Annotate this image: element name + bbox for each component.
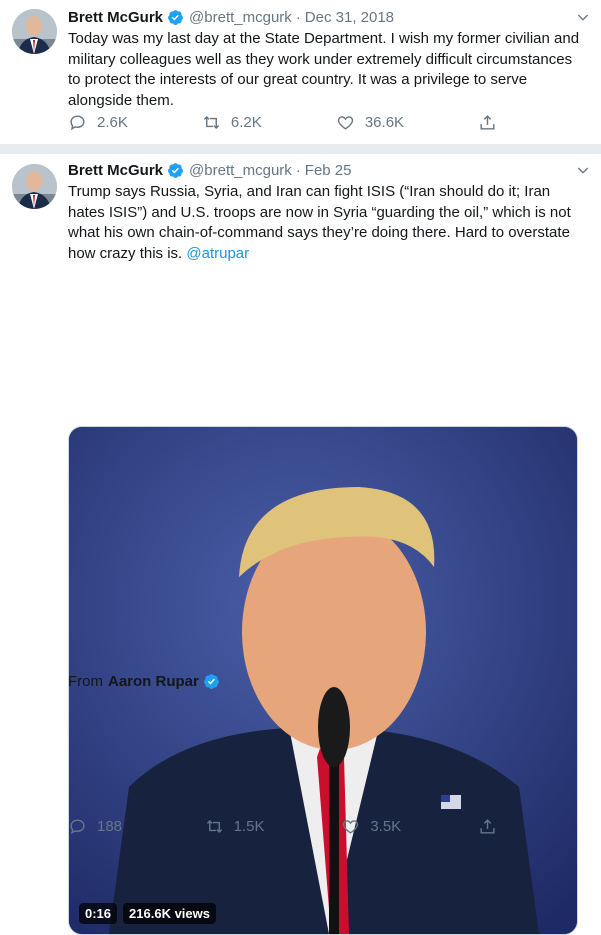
author-name[interactable]: Brett McGurk bbox=[68, 9, 163, 26]
header-separator: · bbox=[295, 162, 301, 179]
tweet-content: Brett McGurk @brett_mcgurk · Dec 31, 201… bbox=[68, 7, 589, 111]
video-source: From Aaron Rupar bbox=[68, 673, 225, 690]
like-icon bbox=[337, 116, 353, 130]
mention-link[interactable]: @atrupar bbox=[186, 245, 249, 262]
reply-button[interactable]: 188 bbox=[68, 817, 128, 836]
like-button[interactable]: 36.6K bbox=[336, 113, 404, 132]
video-badges: 0:16 216.6K views bbox=[79, 903, 216, 924]
tweet-body: Trump says Russia, Syria, and Iran can f… bbox=[68, 183, 571, 262]
video-duration: 0:16 bbox=[79, 903, 118, 924]
like-count: 3.5K bbox=[370, 818, 402, 835]
like-icon bbox=[343, 820, 359, 834]
reply-count: 188 bbox=[97, 818, 123, 835]
caret-down-icon[interactable] bbox=[575, 9, 591, 25]
tweet-2[interactable]: Brett McGurk @brett_mcgurk · Feb 25 Trum… bbox=[0, 154, 601, 935]
tweet-header: Brett McGurk @brett_mcgurk · Dec 31, 201… bbox=[68, 7, 589, 28]
retweet-count: 1.5K bbox=[233, 818, 265, 835]
author-handle[interactable]: @brett_mcgurk bbox=[189, 162, 292, 179]
verified-badge-icon bbox=[168, 10, 183, 25]
like-count: 36.6K bbox=[364, 114, 405, 131]
share-icon bbox=[480, 819, 495, 834]
reply-button[interactable]: 2.6K bbox=[68, 113, 128, 132]
tweet-text: Trump says Russia, Syria, and Iran can f… bbox=[68, 182, 585, 264]
avatar-image bbox=[12, 164, 57, 209]
retweet-icon bbox=[206, 819, 222, 834]
verified-badge-icon bbox=[203, 674, 219, 689]
avatar[interactable] bbox=[12, 164, 57, 209]
retweet-count: 6.2K bbox=[230, 114, 262, 131]
share-icon bbox=[480, 115, 495, 130]
verified-badge-icon bbox=[168, 163, 183, 178]
tweet-separator bbox=[0, 145, 601, 154]
avatar-image bbox=[12, 9, 57, 54]
author-handle[interactable]: @brett_mcgurk bbox=[189, 9, 292, 26]
tweet-date[interactable]: Dec 31, 2018 bbox=[305, 9, 394, 26]
tweet-actions: 188 1.5K 3.5K bbox=[68, 817, 498, 836]
tweet-actions: 2.6K 6.2K 36.6K bbox=[68, 113, 498, 132]
caret-down-icon[interactable] bbox=[575, 162, 591, 178]
author-name[interactable]: Brett McGurk bbox=[68, 162, 163, 179]
from-account[interactable]: Aaron Rupar bbox=[108, 673, 199, 690]
tweet-1[interactable]: Brett McGurk @brett_mcgurk · Dec 31, 201… bbox=[0, 0, 601, 145]
tweet-header: Brett McGurk @brett_mcgurk · Feb 25 bbox=[68, 160, 589, 181]
reply-icon bbox=[70, 115, 85, 131]
retweet-button[interactable]: 1.5K bbox=[205, 817, 265, 836]
like-button[interactable]: 3.5K bbox=[341, 817, 401, 836]
tweet-date[interactable]: Feb 25 bbox=[305, 162, 352, 179]
share-button[interactable] bbox=[478, 817, 498, 836]
video-views: 216.6K views bbox=[123, 903, 216, 924]
share-button[interactable] bbox=[478, 113, 498, 132]
retweet-icon bbox=[203, 115, 220, 130]
avatar[interactable] bbox=[12, 9, 57, 54]
tweet-content: Brett McGurk @brett_mcgurk · Feb 25 Trum… bbox=[68, 160, 589, 264]
from-label: From bbox=[68, 673, 103, 690]
tweet-text: Today was my last day at the State Depar… bbox=[68, 30, 580, 109]
reply-icon bbox=[70, 819, 85, 835]
header-separator: · bbox=[295, 9, 301, 26]
retweet-button[interactable]: 6.2K bbox=[202, 113, 262, 132]
reply-count: 2.6K bbox=[97, 114, 128, 131]
